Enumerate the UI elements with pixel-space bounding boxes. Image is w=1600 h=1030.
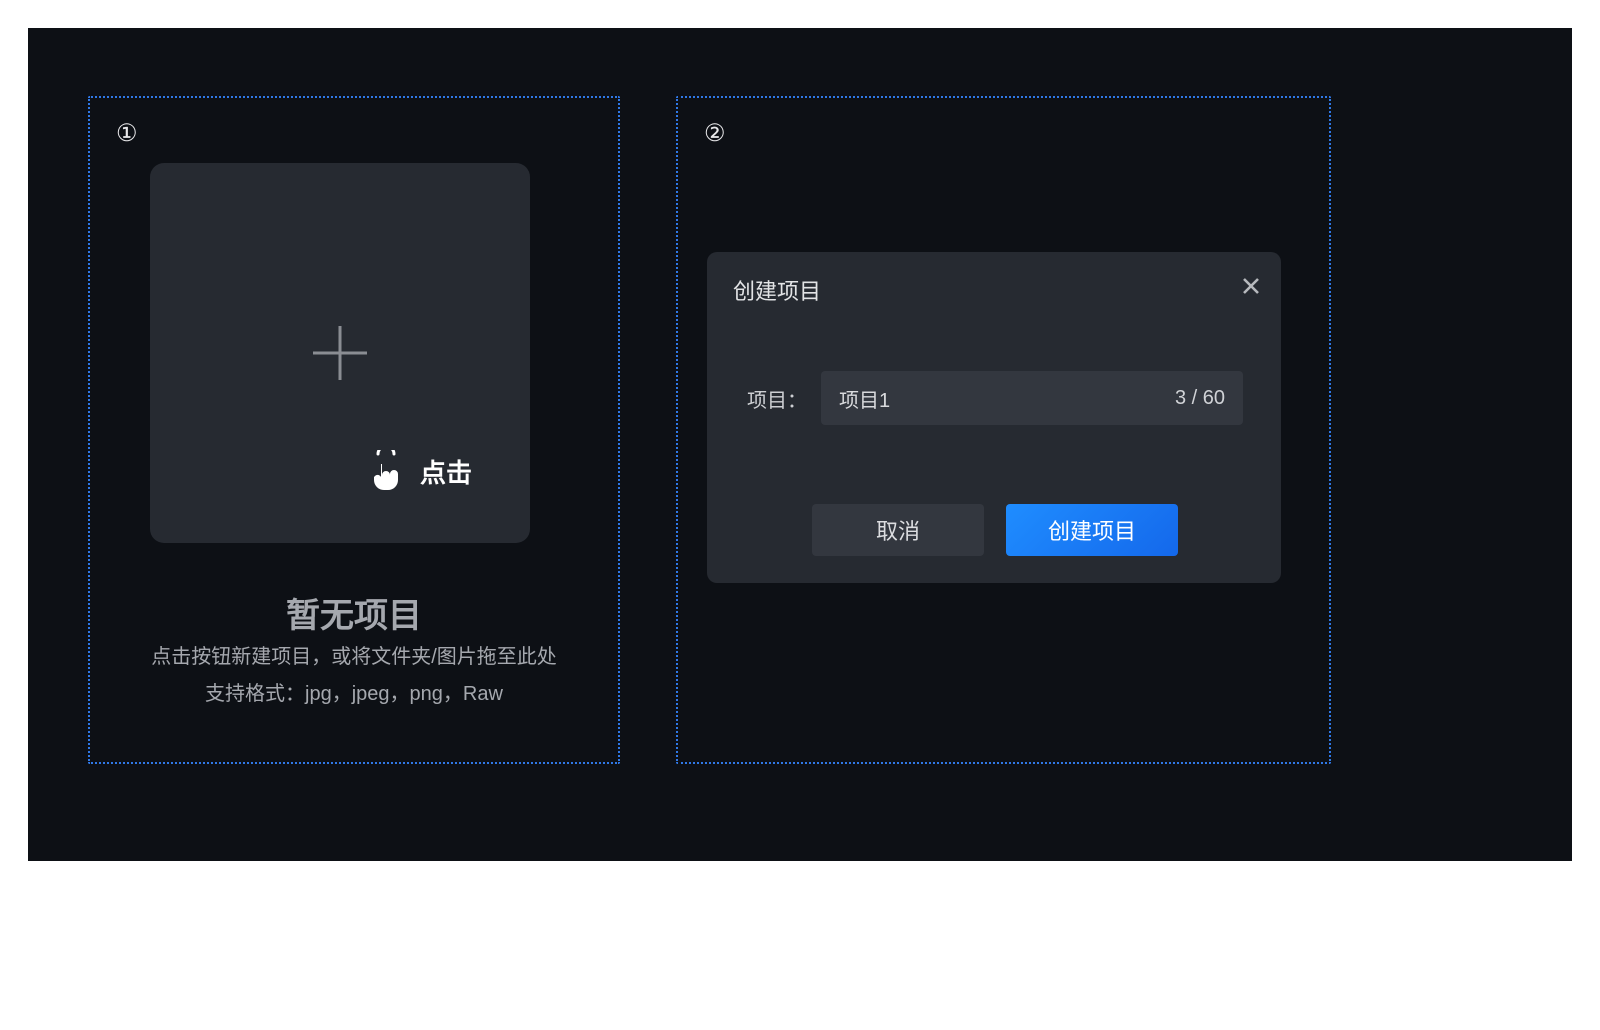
click-hint-label: 点击 xyxy=(420,453,472,490)
project-name-label: 项目： xyxy=(747,384,807,413)
step-number-1: ① xyxy=(116,122,138,146)
close-icon xyxy=(1241,276,1261,296)
create-button[interactable]: 创建项目 xyxy=(1006,504,1178,556)
project-name-input[interactable] xyxy=(839,371,1089,425)
cancel-button[interactable]: 取消 xyxy=(812,504,984,556)
project-name-counter: 3 / 60 xyxy=(1175,371,1225,425)
pointer-click-icon xyxy=(368,450,404,492)
dialog-close-button[interactable] xyxy=(1237,272,1265,300)
project-name-input-wrap: 3 / 60 xyxy=(821,371,1243,425)
project-name-row: 项目： 3 / 60 xyxy=(747,371,1243,425)
dialog-actions: 取消 创建项目 xyxy=(812,504,1178,556)
step-panel-2: ② 创建项目 项目： 3 / 60 取消 创建项目 xyxy=(676,96,1331,764)
empty-state-formats: 支持格式：jpg，jpeg，png，Raw xyxy=(90,677,618,706)
create-project-dialog: 创建项目 项目： 3 / 60 取消 创建项目 xyxy=(707,252,1281,583)
app-frame: ① 点击 暂无项目 点击按钮新建项目，或将文件夹/图片拖至此处 支持格式：jpg… xyxy=(28,28,1572,861)
click-hint: 点击 xyxy=(368,450,472,492)
step-panel-1: ① 点击 暂无项目 点击按钮新建项目，或将文件夹/图片拖至此处 支持格式：jpg… xyxy=(88,96,620,764)
dialog-title: 创建项目 xyxy=(733,274,821,306)
create-project-card[interactable]: 点击 xyxy=(150,163,530,543)
empty-state-subtitle: 点击按钮新建项目，或将文件夹/图片拖至此处 xyxy=(90,640,618,669)
step-number-2: ② xyxy=(704,122,726,146)
empty-state-title: 暂无项目 xyxy=(90,588,618,637)
plus-icon xyxy=(309,322,371,384)
